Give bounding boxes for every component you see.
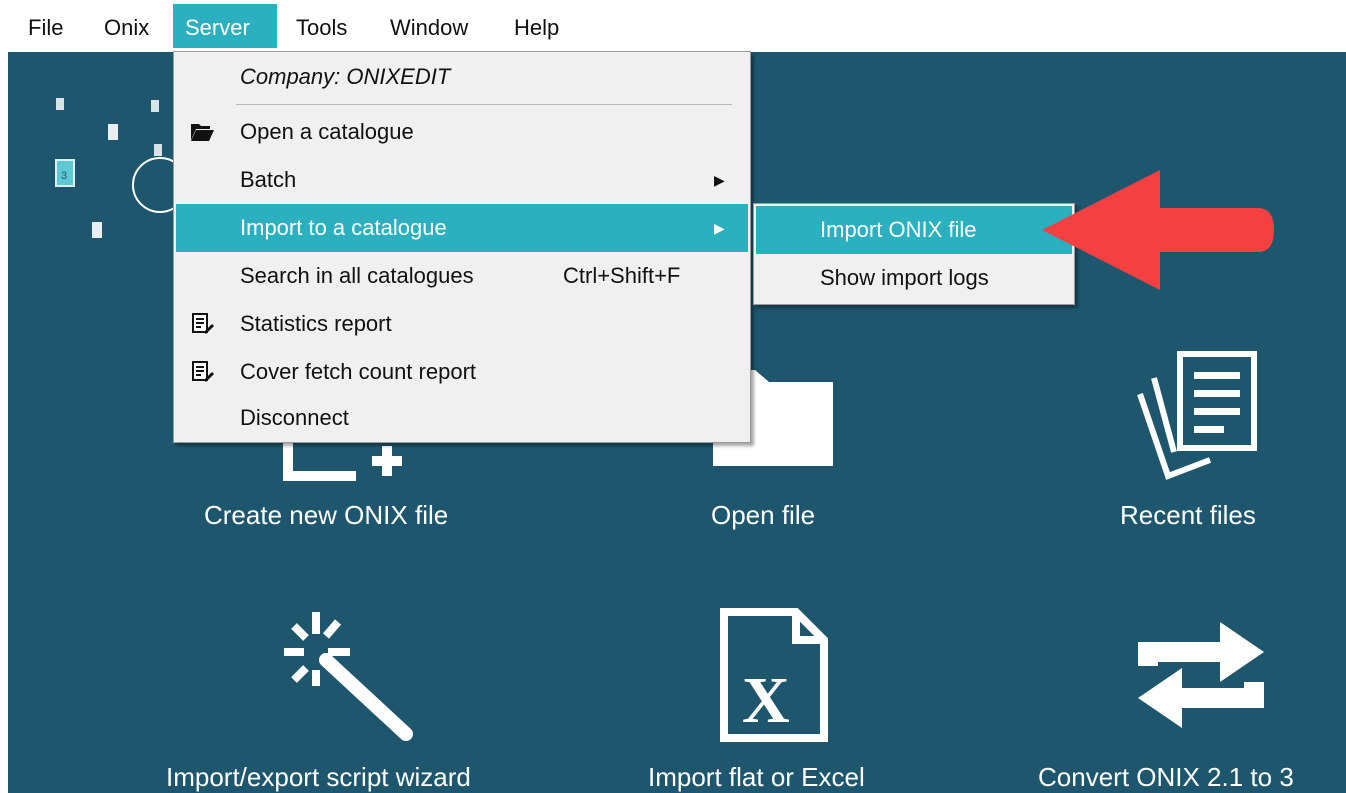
tile-import-flat-or-excel[interactable]: Import flat or Excel — [648, 762, 865, 793]
tile-create-new-onix-file[interactable]: Create new ONIX file — [204, 500, 448, 531]
submenu-item-show-import-logs[interactable]: Show import logs — [756, 254, 1072, 302]
menu-file[interactable]: File — [16, 4, 75, 48]
menu-help[interactable]: Help — [502, 4, 571, 48]
server-menu: Company: ONIXEDIT Open a catalogue Batch… — [173, 51, 751, 443]
menu-item-label: Cover fetch count report — [240, 359, 477, 384]
menu-item-cover-fetch-count-report[interactable]: Cover fetch count report — [176, 348, 748, 396]
menu-item-label: Statistics report — [240, 311, 392, 336]
menu-item-label: Open a catalogue — [240, 119, 414, 144]
submenu-arrow-icon: ▶ — [714, 220, 725, 236]
folder-open-icon — [191, 124, 214, 141]
convert-arrows-icon[interactable] — [1138, 612, 1268, 742]
menu-separator — [236, 104, 732, 105]
menu-server[interactable]: Server — [173, 4, 277, 48]
recent-files-icon[interactable] — [1134, 348, 1264, 488]
tile-convert-onix[interactable]: Convert ONIX 2.1 to 3 — [1038, 762, 1294, 793]
import-submenu: Import ONIX file Show import logs — [753, 203, 1075, 305]
new-file-icon[interactable] — [280, 440, 420, 490]
menu-onix[interactable]: Onix — [92, 4, 161, 48]
report-icon — [192, 313, 214, 334]
tile-recent-files[interactable]: Recent files — [1120, 500, 1256, 531]
menu-item-statistics-report[interactable]: Statistics report — [176, 300, 748, 348]
report-icon — [192, 361, 214, 382]
svg-text:X: X — [742, 664, 790, 737]
tile-open-file[interactable]: Open file — [711, 500, 815, 531]
menu-item-label: Batch — [240, 167, 297, 192]
submenu-arrow-icon: ▶ — [714, 172, 725, 188]
tile-import-export-script-wizard[interactable]: Import/export script wizard — [166, 762, 471, 793]
menu-item-label: Show import logs — [820, 265, 989, 290]
menu-tools[interactable]: Tools — [284, 4, 359, 48]
menu-item-label: Import to a catalogue — [240, 215, 447, 240]
logo-cubes-icon: 3 — [55, 98, 188, 238]
callout-arrow-icon — [1042, 170, 1274, 290]
company-header: Company: ONIXEDIT — [240, 64, 451, 89]
svg-text:3: 3 — [61, 170, 67, 182]
menu-item-open-catalogue[interactable]: Open a catalogue — [176, 108, 748, 156]
menu-item-label: Import ONIX file — [820, 217, 977, 242]
menu-item-label: Search in all catalogues — [240, 263, 474, 288]
menu-item-import-to-catalogue[interactable]: Import to a catalogue ▶ — [176, 204, 748, 252]
menu-item-batch[interactable]: Batch ▶ — [176, 156, 748, 204]
menu-bar: File Onix Server Tools Window Help — [0, 0, 1346, 52]
menu-item-search-all-catalogues[interactable]: Search in all catalogues Ctrl+Shift+F — [176, 252, 748, 300]
menu-item-label: Disconnect — [240, 405, 349, 430]
menu-item-disconnect[interactable]: Disconnect — [176, 394, 748, 442]
magic-wand-icon[interactable] — [280, 612, 420, 742]
submenu-item-import-onix-file[interactable]: Import ONIX file — [756, 206, 1072, 254]
excel-file-icon[interactable]: X — [720, 608, 840, 744]
shortcut-label: Ctrl+Shift+F — [563, 263, 681, 288]
menu-window[interactable]: Window — [378, 4, 480, 48]
